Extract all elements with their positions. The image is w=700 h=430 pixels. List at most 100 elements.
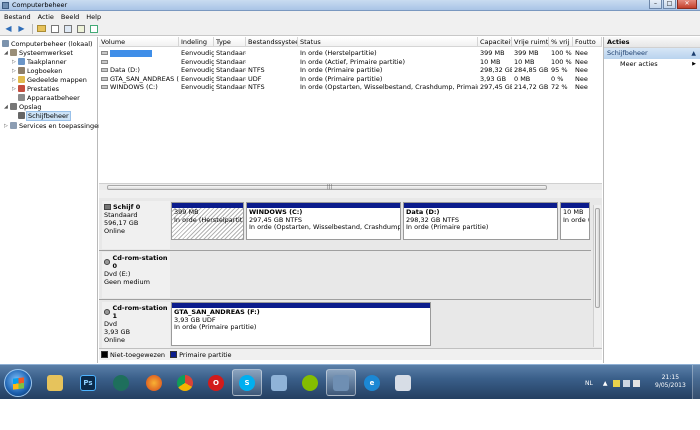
media-center-icon: [113, 374, 129, 391]
partition-system-10mb[interactable]: 10 MB In orde (: [560, 202, 590, 240]
cell-indeling: Eenvoudig: [181, 57, 214, 66]
refresh-icon[interactable]: [88, 23, 99, 34]
minimize-button[interactable]: –: [649, 0, 662, 9]
cdrom-1-label[interactable]: Cd-rom-station 1 Dvd 3,93 GB Online: [102, 302, 170, 348]
taskbar-internet-explorer[interactable]: e: [357, 369, 387, 396]
tree-item-gedeelde-mappen[interactable]: ▷ Gedeelde mappen: [12, 75, 87, 84]
tree-item-logboeken[interactable]: ▷ Logboeken: [12, 66, 62, 75]
help-icon[interactable]: [62, 23, 73, 34]
log-icon: [18, 67, 25, 74]
photoshop-icon: Ps: [80, 374, 96, 391]
cell-indeling: Eenvoudig: [181, 74, 214, 83]
menu-bestand[interactable]: Bestand: [4, 13, 31, 21]
cell-capacity: 10 MB: [480, 57, 501, 66]
skype-icon: S: [239, 374, 255, 391]
column-header-capaciteit[interactable]: Capaciteit: [478, 37, 512, 47]
table-horizontal-scrollbar[interactable]: |||: [99, 183, 602, 190]
language-indicator[interactable]: NL: [585, 380, 593, 387]
column-header-status[interactable]: Status: [298, 37, 478, 47]
action-center-flag-icon[interactable]: [612, 379, 620, 387]
column-header-type[interactable]: Type: [214, 37, 246, 47]
tree-item-schijfbeheer[interactable]: Schijfbeheer: [18, 110, 71, 121]
show-desktop-button[interactable]: [692, 365, 700, 400]
tree-item-taakplanner[interactable]: ▷ Taakplanner: [12, 57, 66, 66]
table-row[interactable]: WINDOWS (C:) Eenvoudig Standaard NTFS In…: [99, 83, 602, 92]
column-header-fouttolerantie[interactable]: Foutto: [573, 37, 602, 47]
taskbar-explorer[interactable]: [40, 369, 70, 396]
cell-capacity: 3,93 GB: [480, 74, 507, 83]
cell-status: In orde (Actief, Primaire partitie): [300, 57, 406, 66]
internet-explorer-icon: e: [364, 374, 380, 391]
partition-gta-f[interactable]: GTA_SAN_ANDREAS (F:) 3,93 GB UDF In orde…: [171, 302, 431, 346]
tree-item-prestaties[interactable]: ▷ Prestaties: [12, 84, 59, 93]
up-folder-icon[interactable]: [36, 23, 47, 34]
table-row[interactable]: GTA_SAN_ANDREAS (F:) Eenvoudig Standaard…: [99, 75, 602, 84]
column-header-indeling[interactable]: Indeling: [179, 37, 214, 47]
volume-icon[interactable]: [632, 379, 640, 387]
show-hidden-icons-icon[interactable]: ▲: [603, 380, 610, 387]
column-header-vrije-ruimte[interactable]: Vrije ruimte: [512, 37, 549, 47]
row-separator: [99, 299, 591, 300]
start-button[interactable]: [4, 369, 32, 397]
cell-indeling: Eenvoudig: [181, 49, 214, 57]
tree-item-services[interactable]: ▷ Services en toepassingen: [4, 121, 102, 130]
menu-actie[interactable]: Actie: [38, 13, 54, 21]
windows-logo-icon: [13, 377, 24, 390]
menu-beeld[interactable]: Beeld: [61, 13, 79, 21]
tree-item-root[interactable]: Computerbeheer (lokaal): [2, 39, 93, 48]
volume-icon: [101, 85, 108, 89]
chrome-icon: [177, 374, 193, 391]
disk-view-vertical-scrollbar[interactable]: [593, 205, 601, 347]
close-button[interactable]: ✕: [677, 0, 697, 9]
partition-data-d[interactable]: Data (D:) 298,32 GB NTFS In orde (Primai…: [403, 202, 558, 240]
cell-status: In orde (Opstarten, Wisselbestand, Crash…: [300, 83, 478, 91]
clock[interactable]: 21:15 9/05/2013: [655, 374, 686, 390]
actions-section-schijfbeheer[interactable]: Schijfbeheer ▲: [604, 48, 700, 59]
collapse-arrow-icon[interactable]: ▲: [691, 48, 696, 59]
taskbar-spotify[interactable]: [295, 369, 325, 396]
taskbar-network[interactable]: [264, 369, 294, 396]
forward-arrow-icon[interactable]: ▶: [16, 23, 27, 34]
cell-fs: [246, 49, 298, 58]
disk-icon: [18, 112, 25, 119]
cell-volume: Data (D:): [110, 66, 140, 74]
menu-help[interactable]: Help: [86, 13, 101, 21]
tree-item-apparaatbeheer[interactable]: Apparaatbeheer: [18, 93, 80, 102]
column-header-pct-vrij[interactable]: % vrij: [549, 37, 573, 47]
scrollbar-thumb[interactable]: [595, 208, 600, 308]
network-tray-icon[interactable]: [622, 379, 630, 387]
column-header-bestandssysteem[interactable]: Bestandssysteem: [246, 37, 298, 47]
table-row[interactable]: Eenvoudig Standaard In orde (Actief, Pri…: [99, 58, 602, 67]
show-hide-tree-icon[interactable]: [49, 23, 60, 34]
tree-item-systemtools[interactable]: ◢ Systeemwerkset: [4, 48, 73, 57]
disk-0-label[interactable]: Schijf 0 Standaard 596,17 GB Online: [102, 201, 170, 249]
computer-icon: [2, 40, 9, 47]
cell-free: 0 MB: [514, 74, 531, 83]
partition-windows-c[interactable]: WINDOWS (C:) 297,45 GB NTFS In orde (Ops…: [246, 202, 401, 240]
properties-icon[interactable]: [75, 23, 86, 34]
table-row[interactable]: Eenvoudig Standaard In orde (Herstelpart…: [99, 49, 602, 58]
back-arrow-icon[interactable]: ◀: [3, 23, 14, 34]
maximize-button[interactable]: □: [663, 0, 676, 9]
taskbar-photoshop[interactable]: Ps: [73, 369, 103, 396]
cell-free: 10 MB: [514, 57, 535, 66]
pane-splitter[interactable]: [99, 190, 602, 198]
services-icon: [10, 122, 17, 129]
cell-fault: Nee: [575, 49, 588, 57]
taskbar-computer-management[interactable]: [326, 369, 356, 396]
taskbar-firefox[interactable]: [139, 369, 169, 396]
taskbar-chrome[interactable]: [170, 369, 200, 396]
taskbar-skype[interactable]: S: [232, 369, 262, 396]
taskbar-media-center[interactable]: [106, 369, 136, 396]
more-actions-item[interactable]: Meer acties ▶: [604, 59, 700, 69]
column-header-volume[interactable]: Volume: [99, 37, 179, 47]
tree-item-opslag[interactable]: ◢ Opslag: [4, 102, 42, 111]
partition-recovery[interactable]: 399 MB In orde (Herstelpartitie): [171, 202, 244, 240]
table-row[interactable]: Data (D:) Eenvoudig Standaard NTFS In or…: [99, 66, 602, 75]
cdrom-0-label[interactable]: Cd-rom-station 0 Dvd (E:) Geen medium: [102, 252, 170, 298]
cell-free: 214,72 GB: [514, 83, 549, 91]
opera-icon: O: [208, 374, 224, 391]
taskbar-paint[interactable]: [388, 369, 418, 396]
cell-status: In orde (Primaire partitie): [300, 66, 383, 74]
taskbar-opera[interactable]: O: [201, 369, 231, 396]
